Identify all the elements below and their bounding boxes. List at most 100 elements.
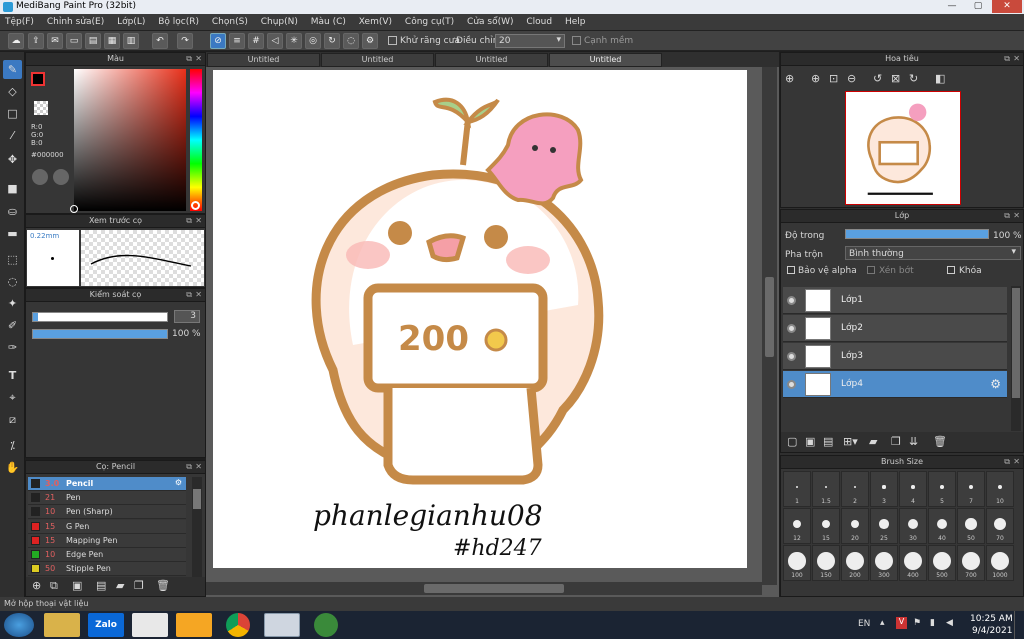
brush-size-cell[interactable]: 3 (870, 471, 898, 507)
drawing-canvas[interactable]: 200 phanlegianhu08 #hd247 (213, 70, 747, 568)
fill-shape-tool-icon[interactable]: ■ (3, 179, 22, 198)
divide-tool-icon[interactable]: ⧄ (3, 410, 22, 429)
minimize-button[interactable]: — (940, 0, 964, 13)
brush-size-cell[interactable]: 10 (986, 471, 1014, 507)
brush-size-cell[interactable]: 1.5 (812, 471, 840, 507)
chrome-icon[interactable] (226, 613, 250, 637)
color-set-icon[interactable] (53, 169, 69, 185)
popout-icon[interactable]: ⧉ (186, 53, 192, 65)
brush-opacity-slider[interactable] (32, 329, 168, 339)
eye-icon[interactable] (787, 324, 796, 333)
brush-size-cell[interactable]: 400 (899, 545, 927, 581)
eyedropper-icon[interactable]: ⁒ (3, 436, 22, 455)
hand-tool-icon[interactable]: ✋ (3, 458, 22, 477)
trash-icon[interactable]: 🗑 (156, 579, 170, 592)
grid-icon[interactable]: ▥ (123, 33, 139, 49)
green-app-icon[interactable] (314, 613, 338, 637)
menu-window[interactable]: Cửa sổ(W) (462, 14, 518, 30)
popout-icon[interactable]: ⧉ (186, 215, 192, 227)
circle-snap-icon[interactable]: ◎ (305, 33, 321, 49)
zoom-in-2-icon[interactable]: ⊕ (811, 72, 820, 85)
brush-size-cell[interactable]: 1000 (986, 545, 1014, 581)
clipping-checkbox[interactable] (867, 266, 875, 274)
new-layer-icon[interactable]: ▢ (787, 435, 797, 448)
layer-row[interactable]: Lớp4 ⚙ (783, 371, 1007, 398)
redo-icon[interactable]: ↷ (177, 33, 193, 49)
snap-off-icon[interactable]: ⊘ (210, 33, 226, 49)
text-tool-icon[interactable]: T (3, 366, 22, 385)
magic-wand-icon[interactable]: ✦ (3, 294, 22, 313)
vertical-scroll-thumb[interactable] (765, 277, 774, 357)
brush-size-cell[interactable]: 30 (899, 508, 927, 544)
shape-tool-icon[interactable]: □ (3, 104, 22, 123)
close-icon[interactable]: ✕ (1013, 53, 1020, 65)
dot-tool-icon[interactable]: ⁄ (3, 126, 22, 145)
tab-untitled-1[interactable]: Untitled (207, 53, 320, 67)
parallel-snap-icon[interactable]: ≡ (229, 33, 245, 49)
close-icon[interactable]: ✕ (195, 289, 202, 301)
menu-help[interactable]: Help (560, 14, 591, 30)
close-button[interactable]: ✕ (992, 0, 1022, 13)
layer-row[interactable]: Lớp3 (783, 343, 1007, 370)
ellipse-icon[interactable]: ◌ (343, 33, 359, 49)
pages-icon[interactable]: ▦ (104, 33, 120, 49)
cloud-icon[interactable]: ☁ (8, 33, 24, 49)
flag-icon[interactable]: ⚑ (913, 618, 921, 628)
menu-edit[interactable]: Chỉnh sửa(E) (42, 14, 109, 30)
chat-icon[interactable]: ▭ (66, 33, 82, 49)
layer-folder-icon[interactable]: ▰ (869, 435, 877, 448)
menu-layer[interactable]: Lớp(L) (112, 14, 150, 30)
select-tool-icon[interactable]: ⬚ (3, 250, 22, 269)
radial-icon[interactable]: ✳ (286, 33, 302, 49)
brush-size-cell[interactable]: 70 (986, 508, 1014, 544)
menu-select[interactable]: Chọn(S) (207, 14, 253, 30)
add-brush-icon[interactable]: ⊕ (32, 579, 41, 592)
tab-untitled-3[interactable]: Untitled (435, 53, 548, 67)
zalo-icon[interactable]: Zalo (88, 613, 124, 637)
tab-untitled-2[interactable]: Untitled (321, 53, 434, 67)
move-tool-icon[interactable]: ✥ (3, 150, 22, 169)
rotate-left-icon[interactable]: ↺ (873, 72, 882, 85)
bucket-tool-icon[interactable]: ⛀ (3, 202, 22, 221)
network-icon[interactable]: ▮ (930, 618, 935, 628)
menu-file[interactable]: Tệp(F) (0, 14, 39, 30)
close-icon[interactable]: ✕ (1013, 210, 1020, 222)
brush-size-cell[interactable]: 200 (841, 545, 869, 581)
popout-icon[interactable]: ⧉ (1004, 456, 1010, 468)
color-picker-cursor[interactable] (70, 205, 78, 213)
menu-cloud[interactable]: Cloud (521, 14, 557, 30)
add-brush-menu-icon[interactable]: ▣ (72, 579, 82, 592)
brush-size-cell[interactable]: 1 (783, 471, 811, 507)
popout-icon[interactable]: ⧉ (186, 461, 192, 473)
brush-size-cell[interactable]: 12 (783, 508, 811, 544)
start-button[interactable] (4, 613, 34, 637)
reset-view-icon[interactable]: ⊠ (891, 72, 900, 85)
brush-list-item[interactable]: 10 Pen (Sharp) (28, 505, 186, 520)
comment-icon[interactable]: ✉ (47, 33, 63, 49)
brush-size-cell[interactable]: 300 (870, 545, 898, 581)
add-layer-menu-icon[interactable]: ⊞▾ (843, 435, 858, 448)
lasso-tool-icon[interactable]: ◌ (3, 272, 22, 291)
layer-opacity-slider[interactable] (845, 229, 989, 239)
flip-icon[interactable]: ◧ (935, 72, 945, 85)
gear-icon[interactable]: ⚙ (990, 377, 1001, 391)
brush-size-cell[interactable]: 25 (870, 508, 898, 544)
popout-icon[interactable]: ⧉ (1004, 210, 1010, 222)
layer-scrollbar[interactable] (1011, 286, 1021, 431)
rotate-right-icon[interactable]: ↻ (909, 72, 918, 85)
operation-tool-icon[interactable]: ⌖ (3, 388, 22, 407)
select-pen-icon[interactable]: ✐ (3, 316, 22, 335)
brush-size-cell[interactable]: 40 (928, 508, 956, 544)
close-icon[interactable]: ✕ (195, 215, 202, 227)
brush-list-item[interactable]: 50 Stipple Pen (28, 562, 186, 577)
curve-snap-icon[interactable]: ↻ (324, 33, 340, 49)
close-icon[interactable]: ✕ (195, 53, 202, 65)
brush-size-cell[interactable]: 5 (928, 471, 956, 507)
close-icon[interactable]: ✕ (195, 461, 202, 473)
brush-list-item[interactable]: 10 Edge Pen (28, 548, 186, 562)
clock-time[interactable]: 10:25 AM (970, 614, 1013, 624)
tab-untitled-4[interactable]: Untitled (549, 53, 662, 67)
close-icon[interactable]: ✕ (1013, 456, 1020, 468)
folder-icon[interactable]: ▰ (116, 579, 124, 592)
settings-snap-icon[interactable]: ⚙ (362, 33, 378, 49)
